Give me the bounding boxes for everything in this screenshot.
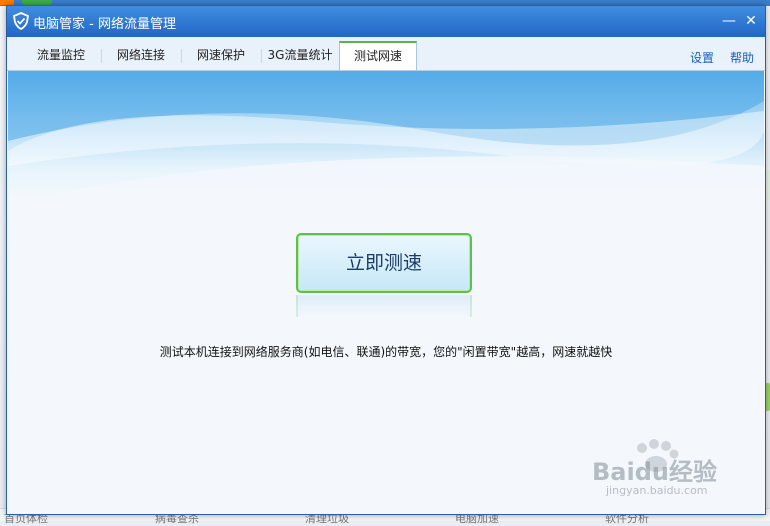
tab-3g-traffic-stats[interactable]: 3G流量统计	[261, 41, 339, 69]
window-title: 电脑管家 - 网络流量管理	[33, 17, 176, 32]
tab-traffic-monitor[interactable]: 流量监控	[21, 41, 101, 69]
shield-logo-icon	[12, 12, 30, 30]
minimize-button[interactable]: —	[720, 12, 738, 30]
watermark-url: jingyan.baidu.com	[606, 484, 708, 497]
settings-link[interactable]: 设置	[690, 49, 714, 66]
header-banner	[8, 71, 764, 201]
speed-test-description: 测试本机连接到网络服务商(如电信、联通)的带宽，您的"闲置带宽"越高，网速就越快	[159, 345, 613, 359]
start-speed-test-button[interactable]: 立即测速	[296, 233, 472, 293]
help-link[interactable]: 帮助	[730, 49, 754, 66]
tab-bar: 流量监控 网络连接 网速保护 3G流量统计 测试网速 设置 帮助	[7, 37, 765, 71]
banner-swoosh-decoration	[8, 71, 764, 201]
button-reflection	[296, 295, 472, 317]
watermark-text: Baidu经验	[592, 458, 717, 486]
close-button[interactable]: ✕	[742, 12, 760, 30]
title-bar[interactable]: 电脑管家 - 网络流量管理 — ✕	[7, 6, 765, 37]
tab-speed-test[interactable]: 测试网速	[339, 41, 417, 70]
tab-network-connections[interactable]: 网络连接	[101, 41, 181, 69]
tab-speed-protection[interactable]: 网速保护	[181, 41, 261, 69]
